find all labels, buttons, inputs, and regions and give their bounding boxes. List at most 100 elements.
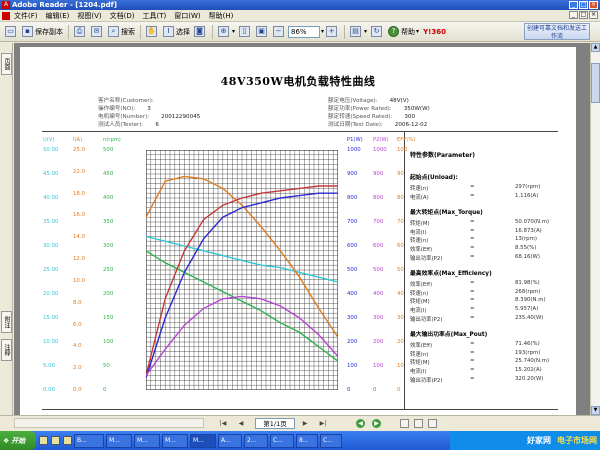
taskbar-item[interactable]: 8... [296, 433, 318, 448]
facing-view-icon[interactable] [428, 419, 437, 428]
watermark-left: 好家网 [527, 436, 551, 445]
left-axis-tick: 350 [103, 219, 114, 225]
page-layout-button[interactable]: ▤ ▾ [348, 24, 369, 40]
param-equals: = [470, 253, 475, 260]
actual-size-button[interactable]: ▯ [237, 24, 254, 40]
param-value: 8.390(N.m) [515, 297, 546, 304]
scroll-down-icon[interactable]: ▼ [591, 406, 600, 415]
print-button[interactable]: ⎙ [72, 24, 89, 40]
taskbar-item[interactable]: M... [134, 433, 160, 448]
quicklaunch-icon[interactable] [39, 436, 48, 445]
horizontal-scrollbar[interactable] [14, 418, 204, 428]
left-axis-tick: 25.0 [73, 147, 86, 153]
param-row: 效率(Eff) = 71.46(%) [410, 341, 548, 349]
watermark-right: 电子市场网 [557, 436, 597, 445]
create-pdf-button[interactable]: 创建可靠文档和发送工作流 [524, 23, 590, 40]
close-button[interactable]: × [589, 1, 598, 9]
previous-page-icon[interactable]: ◀ [236, 419, 246, 428]
taskbar-item[interactable]: M... [106, 433, 132, 448]
previous-view-icon[interactable]: ◀ [356, 419, 365, 428]
save-copy-button[interactable]: ▪ 保存副本 [20, 24, 65, 40]
last-page-icon[interactable]: ▶| [318, 419, 328, 428]
quicklaunch-icon[interactable] [63, 436, 72, 445]
open-button[interactable]: ▭ [3, 24, 20, 40]
scroll-up-icon[interactable]: ▲ [591, 43, 600, 52]
fit-page-button[interactable]: ▣ [254, 24, 271, 40]
param-key: 转矩(M) [410, 299, 430, 306]
left-axis-tick: 30.00 [43, 243, 59, 249]
tab-pages[interactable]: 页面 [1, 53, 12, 75]
help-icon: ? [388, 26, 400, 37]
doc-restore-button[interactable]: □ [579, 11, 588, 19]
hand-tool-button[interactable]: ✋ [144, 24, 161, 40]
help-label: 帮助 [401, 27, 416, 36]
zoom-input[interactable]: 86% [288, 25, 321, 38]
menu-window[interactable]: 窗口(W) [174, 11, 200, 21]
menu-view[interactable]: 视图(V) [77, 11, 101, 21]
param-value: 235.40(W) [515, 314, 544, 321]
right-axis-tick: 300 [347, 315, 358, 321]
menu-document[interactable]: 文档(D) [110, 11, 135, 21]
tab-comments[interactable]: 注释 [1, 339, 12, 361]
minimize-button[interactable]: _ [569, 1, 578, 9]
taskbar-item[interactable]: M... [162, 433, 188, 448]
taskbar-item[interactable]: C... [270, 433, 294, 448]
tab-attachments[interactable]: 附注 [1, 311, 12, 333]
scroll-thumb[interactable] [591, 63, 600, 103]
menu-file[interactable]: 文件(F) [14, 11, 38, 21]
left-axis-title: U(V) [43, 137, 55, 143]
right-axis-tick: 500 [373, 267, 384, 273]
email-button[interactable]: ✉ [89, 24, 106, 40]
taskbar-item[interactable]: C... [320, 433, 342, 448]
next-page-icon[interactable]: ▶ [300, 419, 310, 428]
snapshot-button[interactable]: ◙ [192, 24, 209, 40]
search-button[interactable]: ⌕ 搜索 [106, 24, 137, 40]
continuous-view-icon[interactable] [414, 419, 423, 428]
right-axis-tick: 100 [397, 147, 408, 153]
rotate-button[interactable]: ↻ [369, 24, 386, 40]
start-button[interactable]: ❖ 开始 [0, 431, 36, 450]
zoom-in-button[interactable]: + [324, 24, 341, 40]
left-axis-tick: 10.00 [43, 339, 59, 345]
taskbar-item[interactable]: A... [218, 433, 242, 448]
rotate-icon: ↻ [371, 26, 383, 37]
maximize-button[interactable]: □ [579, 1, 588, 9]
next-view-icon[interactable]: ▶ [372, 419, 381, 428]
fit-page-icon: ▣ [256, 26, 268, 37]
right-axis-tick: 50 [397, 267, 404, 273]
right-axis-tick: 700 [373, 219, 384, 225]
zoom-in-tool-button[interactable]: ⊕ ▾ [216, 24, 237, 40]
toolbar-separator [344, 24, 346, 39]
help-button[interactable]: ? 帮助 ▾ [386, 24, 421, 40]
page-number-input[interactable]: 第1/1页 [255, 418, 295, 429]
vertical-scrollbar[interactable]: ▲ ▼ [590, 43, 600, 415]
single-page-view-icon[interactable] [400, 419, 409, 428]
param-row: 电流(A) = 1.116(A) [410, 193, 548, 201]
taskbar-item[interactable]: M... [190, 433, 216, 448]
param-key: 电流(I) [410, 369, 427, 375]
left-axis-tick: 500 [103, 147, 114, 153]
menu-tools[interactable]: 工具(T) [143, 11, 167, 21]
left-axis-tick: 10.0 [73, 277, 86, 284]
zoom-out-button[interactable]: − [271, 24, 288, 40]
taskbar-item[interactable]: 2... [244, 433, 268, 448]
doc-minimize-button[interactable]: _ [569, 11, 578, 19]
param-equals: = [470, 192, 475, 199]
select-label: 选择 [176, 27, 190, 36]
left-axis-tick: 5.00 [43, 363, 56, 369]
first-page-icon[interactable]: |◀ [218, 419, 228, 428]
brand-logo[interactable]: Y!360 [421, 24, 448, 40]
param-row: 效率(Eff) = 8.55(%) [410, 245, 548, 253]
left-axis-tick: 8.0 [73, 299, 82, 306]
start-label: 开始 [11, 436, 26, 445]
doc-close-button[interactable]: × [589, 11, 598, 19]
select-tool-button[interactable]: I 选择 [161, 24, 192, 40]
param-row: 电流(I) = 16.873(A) [410, 228, 548, 236]
save-icon: ▪ [22, 26, 33, 37]
zoom-in-icon: + [326, 26, 338, 37]
quicklaunch-icon[interactable] [51, 436, 60, 445]
menu-help[interactable]: 帮助(H) [209, 11, 234, 21]
chevron-down-icon: ▾ [232, 28, 236, 35]
taskbar-item[interactable]: B... [74, 433, 104, 448]
menu-edit[interactable]: 编辑(E) [46, 11, 70, 21]
